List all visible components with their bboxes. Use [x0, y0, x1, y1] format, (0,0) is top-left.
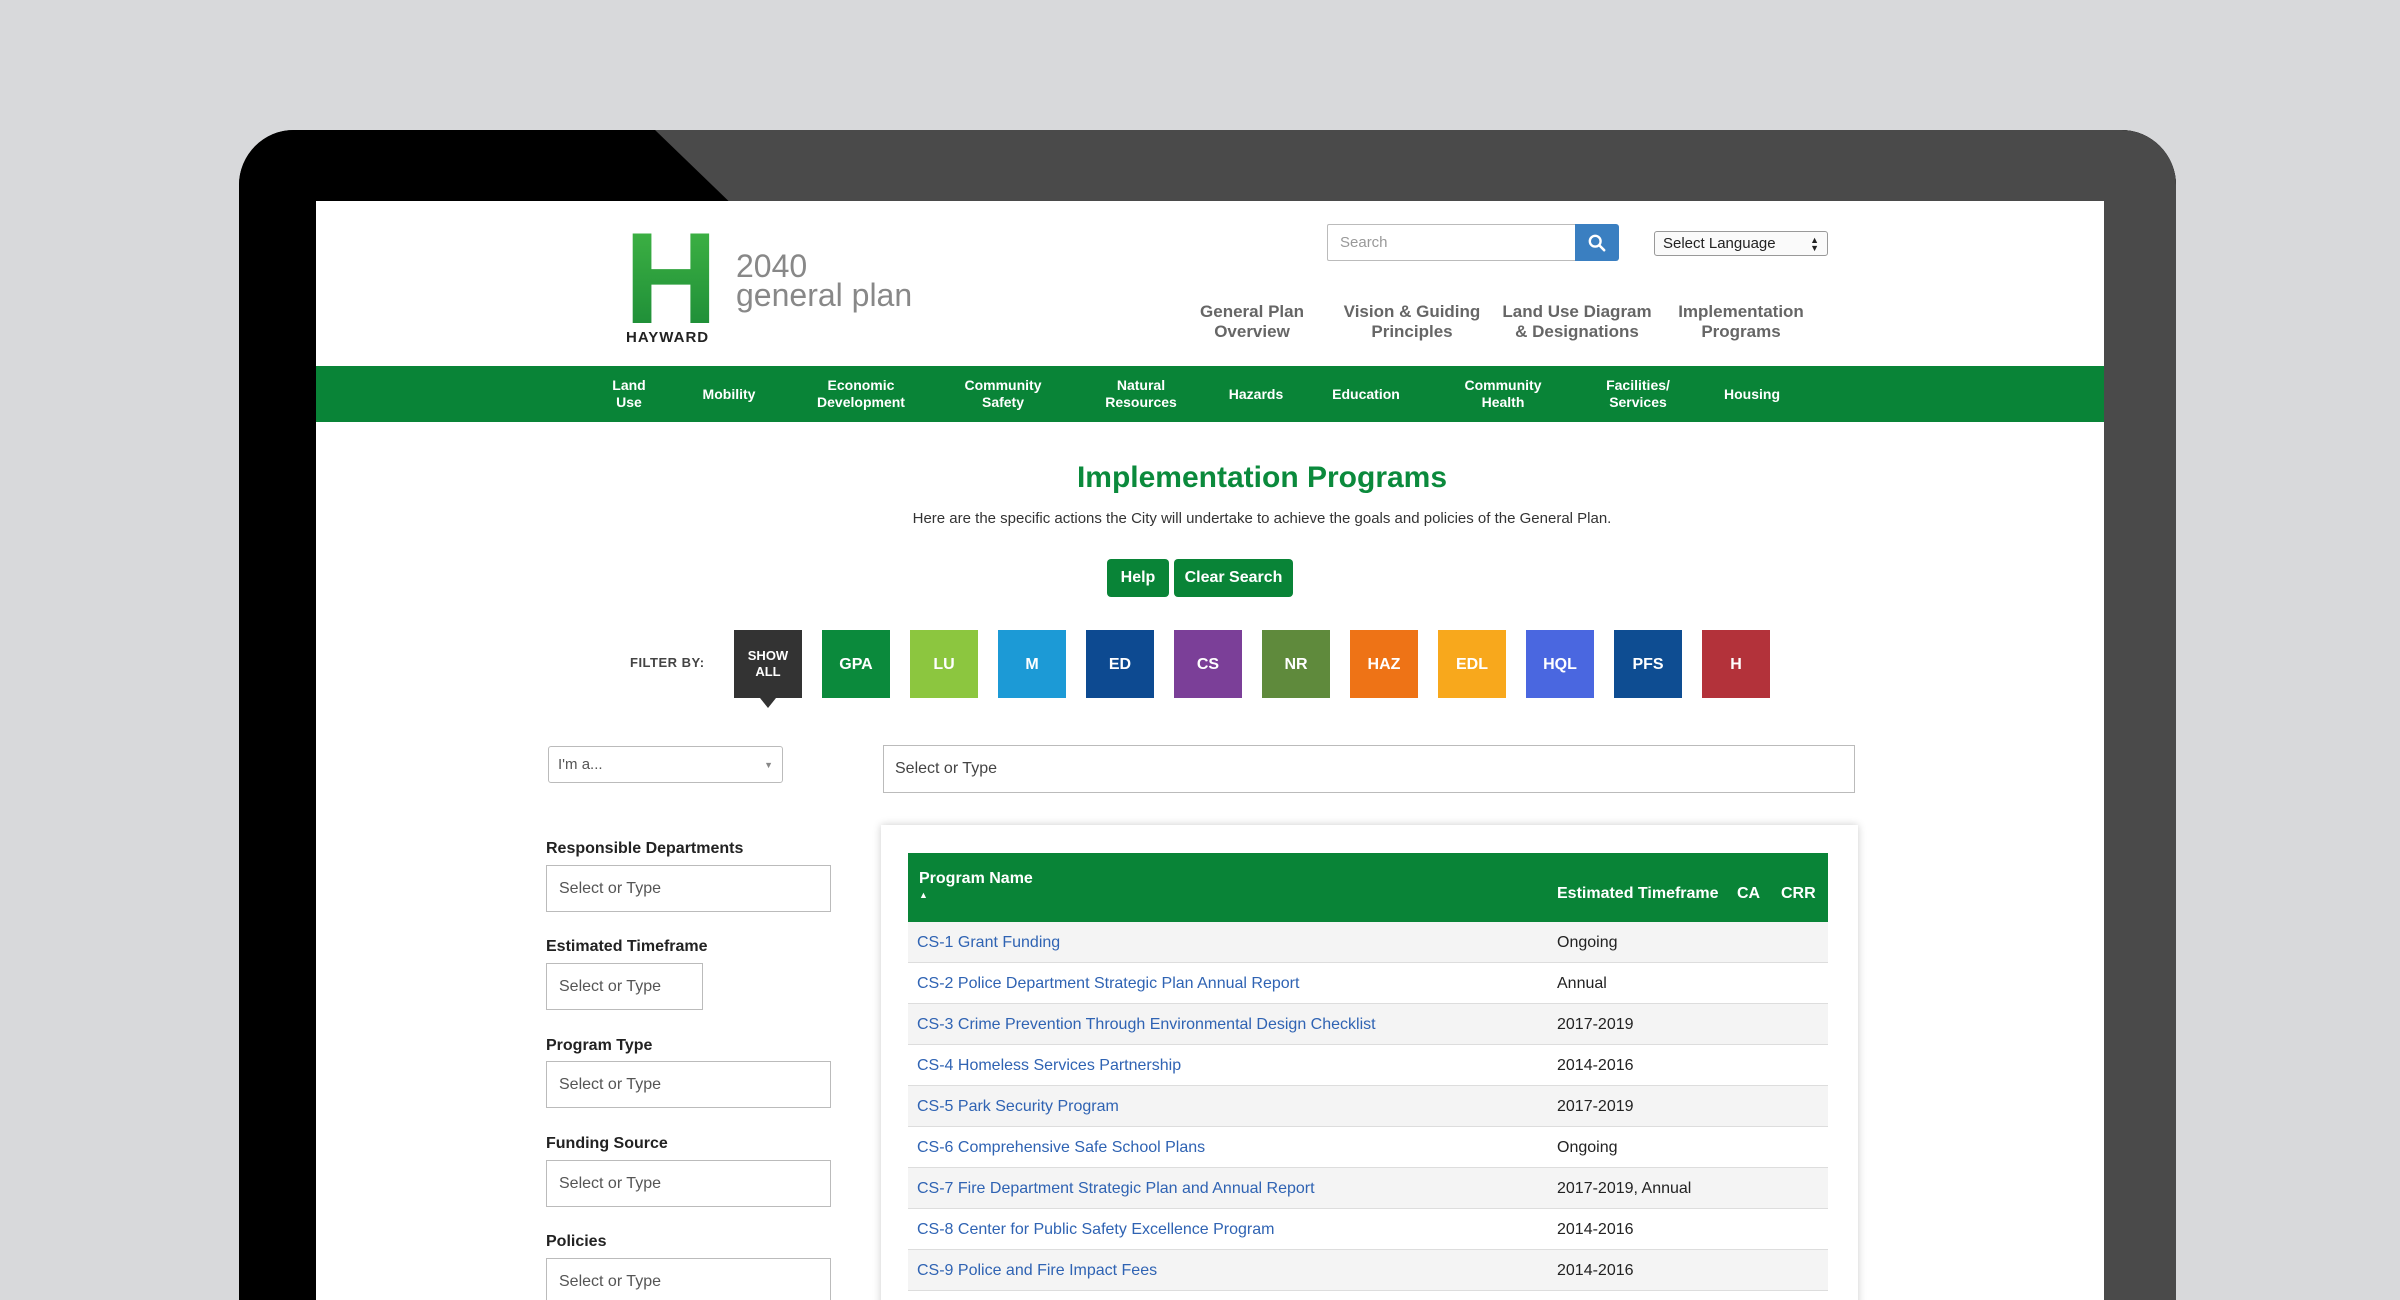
table-row: CS-8 Center for Public Safety Excellence…: [908, 1209, 1828, 1250]
element-community-health[interactable]: Community Health: [1448, 366, 1558, 422]
element-economic-development[interactable]: Economic Development: [796, 366, 926, 422]
language-select-label: Select Language: [1663, 235, 1776, 252]
program-link[interactable]: CS-4 Homeless Services Partnership: [917, 1057, 1181, 1075]
filter-label-program-type: Program Type: [546, 1037, 653, 1054]
filter-funding-source-input[interactable]: Select or Type: [546, 1160, 831, 1207]
search-button[interactable]: [1575, 224, 1619, 261]
element-housing[interactable]: Housing: [1702, 366, 1802, 422]
audience-select-value: I'm a...: [558, 756, 603, 773]
element-facilities-services[interactable]: Facilities/Services: [1588, 366, 1688, 422]
table-row: CS-7 Fire Department Strategic Plan and …: [908, 1168, 1828, 1209]
element-hazards[interactable]: Hazards: [1211, 366, 1301, 422]
column-header-timeframe[interactable]: Estimated Timeframe: [1557, 885, 1719, 903]
filter-label-funding-source: Funding Source: [546, 1135, 668, 1152]
program-timeframe: 2014-2016: [1557, 1221, 1634, 1238]
filter-label-timeframe: Estimated Timeframe: [546, 938, 708, 955]
program-link[interactable]: CS-8 Center for Public Safety Excellence…: [917, 1221, 1274, 1239]
program-link[interactable]: CS-9 Police and Fire Impact Fees: [917, 1262, 1157, 1280]
table-row: CS-2 Police Department Strategic Plan An…: [908, 963, 1828, 1004]
filter-tile-cs[interactable]: CS: [1174, 630, 1242, 698]
filter-tile-haz[interactable]: HAZ: [1350, 630, 1418, 698]
browser-viewport: H HAYWARD 2040 general plan Search Selec…: [316, 201, 2104, 1300]
chevron-down-icon: ▼: [764, 759, 773, 770]
filter-tile-h[interactable]: H: [1702, 630, 1770, 698]
program-link[interactable]: CS-6 Comprehensive Safe School Plans: [917, 1139, 1205, 1157]
filter-tile-lu[interactable]: LU: [910, 630, 978, 698]
program-timeframe: Ongoing: [1557, 934, 1618, 951]
logo-plan-name: general plan: [736, 277, 913, 313]
element-navigation-bar: Land Use Mobility Economic Development Com…: [316, 366, 2104, 422]
program-search-input[interactable]: Select or Type: [883, 745, 1855, 793]
help-button[interactable]: Help: [1107, 559, 1169, 597]
filter-tile-edl[interactable]: EDL: [1438, 630, 1506, 698]
element-education[interactable]: Education: [1316, 366, 1416, 422]
page-subtitle: Here are the specific actions the City w…: [912, 510, 1612, 527]
program-timeframe: 2017-2019, Annual: [1557, 1180, 1692, 1197]
program-timeframe: 2014-2016: [1557, 1262, 1634, 1279]
nav-land-use-diagram[interactable]: Land Use Diagram & Designations: [1497, 302, 1657, 342]
filter-tile-ed[interactable]: ED: [1086, 630, 1154, 698]
filter-timeframe-input[interactable]: Select or Type: [546, 963, 703, 1010]
program-timeframe: 2017-2019: [1557, 1098, 1634, 1115]
clear-search-button[interactable]: Clear Search: [1174, 559, 1293, 597]
filter-tile-show-all[interactable]: SHOW ALL: [734, 630, 802, 708]
program-timeframe: 2017-2019: [1557, 1016, 1634, 1033]
filter-tile-m[interactable]: M: [998, 630, 1066, 698]
program-link[interactable]: CS-1 Grant Funding: [917, 934, 1060, 952]
nav-implementation-programs[interactable]: Implementation Programs: [1661, 302, 1821, 342]
search-input[interactable]: Search: [1327, 224, 1575, 261]
program-timeframe: Annual: [1557, 975, 1607, 992]
logo-city-name: HAYWARD: [626, 329, 710, 346]
element-natural-resources[interactable]: Natural Resources: [1086, 366, 1196, 422]
table-row: CS-1 Grant Funding Ongoing: [908, 922, 1828, 963]
element-mobility[interactable]: Mobility: [684, 366, 774, 422]
search-icon: [1588, 234, 1606, 251]
table-row: CS-6 Comprehensive Safe School Plans Ongo…: [908, 1127, 1828, 1168]
filter-tile-hql[interactable]: HQL: [1526, 630, 1594, 698]
select-arrows-icon: ▲ ▼: [1810, 234, 1819, 253]
column-header-program-name[interactable]: Program Name ▲: [919, 870, 1033, 900]
filter-program-type-input[interactable]: Select or Type: [546, 1061, 831, 1108]
filter-departments-input[interactable]: Select or Type: [546, 865, 831, 912]
table-row: CS-9 Police and Fire Impact Fees 2014-201…: [908, 1250, 1828, 1291]
programs-table-card: Program Name ▲ Estimated Timeframe CA CR…: [881, 825, 1858, 1300]
program-link[interactable]: CS-7 Fire Department Strategic Plan and …: [917, 1180, 1315, 1198]
filter-policies-input[interactable]: Select or Type: [546, 1258, 831, 1300]
element-land-use[interactable]: Land Use: [601, 366, 657, 422]
table-header: Program Name ▲ Estimated Timeframe CA CR…: [908, 853, 1828, 922]
table-row: CS-5 Park Security Program 2017-2019: [908, 1086, 1828, 1127]
element-community-safety[interactable]: Community Safety: [948, 366, 1058, 422]
nav-general-plan-overview[interactable]: General Plan Overview: [1182, 302, 1322, 342]
table-body: CS-1 Grant Funding Ongoing CS-2 Police Dep…: [908, 922, 1828, 1291]
filter-label: FILTER BY:: [630, 655, 705, 670]
sort-asc-icon: ▲: [919, 890, 928, 900]
program-timeframe: Ongoing: [1557, 1139, 1618, 1156]
program-link[interactable]: CS-5 Park Security Program: [917, 1098, 1119, 1116]
table-row: CS-4 Homeless Services Partnership 2014-2…: [908, 1045, 1828, 1086]
filter-label-departments: Responsible Departments: [546, 840, 744, 857]
filter-tile-pfs[interactable]: PFS: [1614, 630, 1682, 698]
filter-label-policies: Policies: [546, 1233, 607, 1250]
page-title: Implementation Programs: [1076, 461, 1448, 494]
language-select[interactable]: Select Language ▲ ▼: [1654, 231, 1828, 256]
column-header-crr[interactable]: CRR: [1781, 885, 1816, 903]
audience-select[interactable]: I'm a... ▼: [548, 746, 783, 783]
table-row: CS-3 Crime Prevention Through Environmen…: [908, 1004, 1828, 1045]
column-header-ca[interactable]: CA: [1737, 885, 1760, 903]
nav-vision-guiding-principles[interactable]: Vision & Guiding Principles: [1332, 302, 1492, 342]
filter-tile-gpa[interactable]: GPA: [822, 630, 890, 698]
program-link[interactable]: CS-3 Crime Prevention Through Environmen…: [917, 1016, 1376, 1034]
filter-tile-nr[interactable]: NR: [1262, 630, 1330, 698]
site-search: Search: [1327, 224, 1619, 261]
program-timeframe: 2014-2016: [1557, 1057, 1634, 1074]
program-link[interactable]: CS-2 Police Department Strategic Plan An…: [917, 975, 1299, 993]
